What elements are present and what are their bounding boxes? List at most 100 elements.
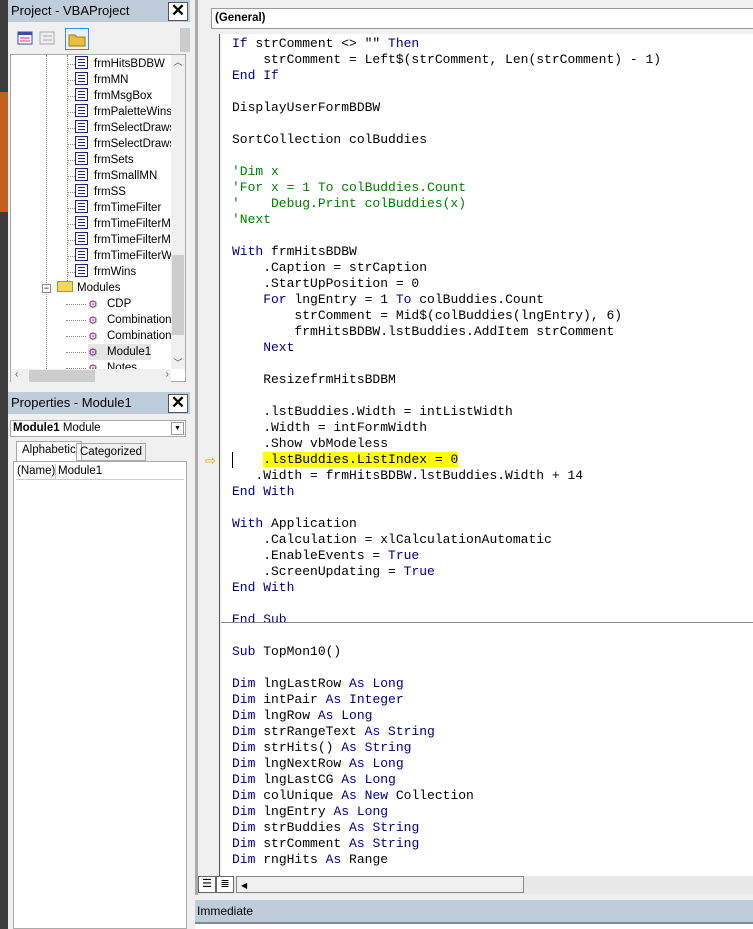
toolbar-overflow[interactable]: [180, 28, 190, 52]
keyword: As: [325, 852, 350, 867]
code-line[interactable]: frmHitsBDBW.lstBuddies.AddItem strCommen…: [232, 324, 614, 340]
tree-item-label: Combinations: [107, 314, 171, 326]
code-line[interactable]: With Application: [232, 516, 357, 532]
code-line[interactable]: ResizefrmHitsBDBM: [232, 372, 396, 388]
code-text: Application: [271, 516, 357, 531]
folder-icon: [57, 281, 73, 292]
object-combo[interactable]: (General): [211, 8, 753, 29]
code-line[interactable]: Sub TopMon10(): [232, 644, 341, 660]
code-line[interactable]: ' Debug.Print colBuddies(x): [232, 196, 466, 212]
view-object-button[interactable]: [38, 30, 58, 48]
tree-item-form[interactable]: frmSets: [67, 152, 134, 168]
tree-item-form[interactable]: frmTimeFilterMon: [67, 232, 171, 248]
code-line[interactable]: Dim lngLastCG As Long: [232, 772, 396, 788]
code-line[interactable]: .Caption = strCaption: [232, 260, 427, 276]
code-line[interactable]: For lngEntry = 1 To colBuddies.Count: [232, 292, 544, 308]
module-icon: ⚙: [88, 299, 98, 311]
code-text: .Caption = strCaption: [232, 260, 428, 275]
scroll-thumb[interactable]: [172, 255, 184, 335]
property-row[interactable]: (Name) Module1: [16, 464, 184, 480]
code-line[interactable]: End If: [232, 68, 279, 84]
object-name: Module1: [13, 422, 60, 434]
tree-vertical-scrollbar[interactable]: ︿ ﹀: [171, 55, 185, 369]
keyword: End With: [232, 484, 295, 499]
tree-item-form[interactable]: frmWins: [67, 264, 136, 280]
tree-item-form[interactable]: frmTimeFilterWI: [67, 248, 171, 264]
code-line[interactable]: 'For x = 1 To colBuddies.Count: [232, 180, 466, 196]
code-line[interactable]: Next: [232, 340, 294, 356]
code-line[interactable]: 'Dim x: [232, 164, 279, 180]
tree-item-form[interactable]: frmSS: [67, 184, 126, 200]
property-value[interactable]: Module1: [58, 464, 102, 479]
code-horizontal-scrollbar[interactable]: ◀: [236, 876, 524, 893]
tree-item-form[interactable]: frmSelectDraws: [67, 120, 171, 136]
code-line[interactable]: 'Next: [232, 212, 271, 228]
code-line[interactable]: Dim strBuddies As String: [232, 820, 419, 836]
tree-item-label: frmTimeFilterMG2: [94, 218, 171, 230]
view-code-button[interactable]: [16, 30, 36, 48]
tree-folder-modules[interactable]: − Modules: [42, 280, 120, 296]
code-line[interactable]: If strComment <> "" Then: [232, 36, 419, 52]
code-text: lngRow: [263, 708, 318, 723]
code-line[interactable]: strComment = Mid$(colBuddies(lngEntry), …: [232, 308, 622, 324]
full-module-view-button[interactable]: ≣: [216, 876, 234, 893]
tree-horizontal-scrollbar[interactable]: ‹ ›: [11, 369, 171, 383]
code-text: .Calculation = xlCalculationAutomatic: [232, 532, 552, 547]
immediate-pane[interactable]: [195, 922, 753, 929]
tree-item-form[interactable]: frmHitsBDBW: [67, 56, 165, 72]
tree-item-form[interactable]: frmPaletteWins: [67, 104, 171, 120]
tree-item-label: frmSelectDraws: [94, 122, 171, 134]
code-line[interactable]: Dim strRangeText As String: [232, 724, 435, 740]
form-icon: [75, 232, 88, 245]
code-line[interactable]: Dim intPair As Integer: [232, 692, 404, 708]
tab-categorized[interactable]: Categorized: [76, 443, 147, 461]
tree-item-form[interactable]: frmTimeFilterMG2: [67, 216, 171, 232]
tree-item-module[interactable]: ⚙ CombinationsMG: [66, 328, 171, 344]
procedure-view-button[interactable]: ☰: [198, 876, 216, 893]
code-line[interactable]: .Calculation = xlCalculationAutomatic: [232, 532, 552, 548]
code-line[interactable]: End With: [232, 580, 294, 596]
code-line[interactable]: DisplayUserFormBDBW: [232, 100, 380, 116]
code-line[interactable]: With frmHitsBDBW: [232, 244, 357, 260]
tree-item-label: Notes: [107, 362, 138, 369]
tab-alphabetic[interactable]: Alphabetic: [16, 441, 82, 461]
tree-item-module[interactable]: ⚙ Combinations: [66, 312, 171, 328]
current-code-line[interactable]: .lstBuddies.ListIndex = 0: [232, 452, 459, 468]
code-line[interactable]: .Width = frmHitsBDBW.lstBuddies.Width + …: [232, 468, 583, 484]
code-line[interactable]: .EnableEvents = True: [232, 548, 419, 564]
project-close-button[interactable]: ✕: [168, 2, 188, 21]
tree-item-module[interactable]: ⚙ Module1: [66, 344, 152, 360]
code-line[interactable]: Dim lngRow As Long: [232, 708, 372, 724]
code-line[interactable]: Dim lngNextRow As Long: [232, 756, 404, 772]
object-selector[interactable]: Module1 Module ▼: [10, 420, 186, 437]
keyword: As Long: [317, 708, 373, 723]
code-line[interactable]: Dim strComment As String: [232, 836, 419, 852]
code-line[interactable]: .lstBuddies.Width = intListWidth: [232, 404, 513, 420]
tree-item-form[interactable]: frmMsgBox: [67, 88, 152, 104]
code-line[interactable]: .ScreenUpdating = True: [232, 564, 435, 580]
code-line[interactable]: End With: [232, 484, 294, 500]
code-line[interactable]: .StartUpPosition = 0: [232, 276, 419, 292]
tree-item-label: frmSS: [94, 186, 126, 198]
code-line[interactable]: Dim rngHits As Range: [232, 852, 388, 868]
toggle-folders-button[interactable]: [65, 28, 89, 50]
tree-item-form[interactable]: frmSmallMN: [67, 168, 157, 184]
code-line[interactable]: .Width = intFormWidth: [232, 420, 427, 436]
tree-item-label: CDP: [107, 298, 132, 310]
code-line[interactable]: End Sub: [232, 612, 287, 628]
code-line[interactable]: Dim strHits() As String: [232, 740, 411, 756]
code-line[interactable]: SortCollection colBuddies: [232, 132, 427, 148]
code-line[interactable]: strComment = Left$(strComment, Len(strCo…: [232, 52, 661, 68]
tree-item-module[interactable]: ⚙ Notes: [66, 360, 138, 369]
properties-close-button[interactable]: ✕: [168, 394, 188, 413]
code-line[interactable]: .Show vbModeless: [232, 436, 388, 452]
tree-item-form[interactable]: frmMN: [67, 72, 129, 88]
procedure-separator: [221, 622, 753, 623]
code-line[interactable]: Dim colUnique As New Collection: [232, 788, 474, 804]
chevron-down-icon[interactable]: ▼: [171, 422, 184, 435]
code-line[interactable]: Dim lngEntry As Long: [232, 804, 388, 820]
tree-item-form[interactable]: frmTimeFilter: [67, 200, 161, 216]
tree-item-module[interactable]: ⚙ CDP: [66, 296, 132, 312]
code-line[interactable]: Dim lngLastRow As Long: [232, 676, 404, 692]
tree-item-form[interactable]: frmSelectDrawsW: [67, 136, 171, 152]
